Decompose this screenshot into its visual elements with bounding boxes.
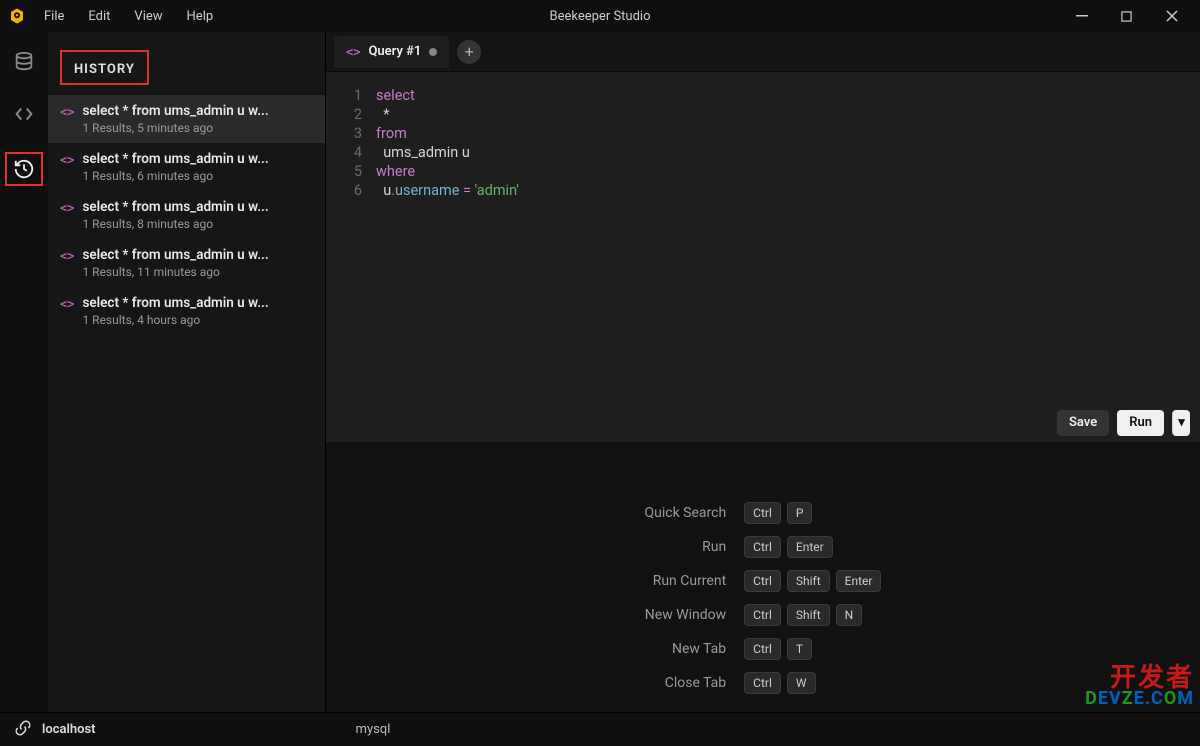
- kbd-key: Ctrl: [744, 672, 781, 694]
- shortcut-keys: Ctrl Shift Enter: [744, 570, 881, 592]
- code-icon: <>: [60, 153, 74, 183]
- connection-icon: [14, 719, 32, 741]
- menu-bar: File Edit View Help: [32, 3, 225, 30]
- kbd-key: P: [787, 502, 813, 524]
- sidebar-header: HISTORY: [60, 50, 313, 85]
- shortcut-hints: Quick Search Ctrl P Run Ctrl Enter Run Current…: [645, 502, 882, 694]
- history-list: <> select * from ums_admin u w... 1 Resu…: [48, 95, 325, 335]
- shortcut-label: Run Current: [645, 573, 727, 589]
- menu-view[interactable]: View: [122, 3, 174, 30]
- history-item-subtitle: 1 Results, 6 minutes ago: [82, 169, 268, 183]
- rail-history-icon[interactable]: [5, 152, 43, 186]
- rail-database-icon[interactable]: [10, 48, 38, 76]
- window-controls: [1059, 0, 1194, 32]
- run-button[interactable]: Run: [1117, 410, 1164, 436]
- kbd-key: Ctrl: [744, 604, 781, 626]
- statusbar: localhost mysql: [0, 712, 1200, 746]
- kbd-key: Enter: [836, 570, 882, 592]
- rail-query-icon[interactable]: [10, 100, 38, 128]
- history-item-title: select * from ums_admin u w...: [82, 103, 268, 119]
- line-number: 5: [326, 162, 376, 181]
- minimize-button[interactable]: [1059, 0, 1104, 32]
- menu-help[interactable]: Help: [175, 3, 226, 30]
- code-icon: <>: [60, 105, 74, 135]
- shortcut-keys: Ctrl Enter: [744, 536, 881, 558]
- history-item-title: select * from ums_admin u w...: [82, 199, 268, 215]
- sql-editor[interactable]: 1select2 *3from4 ums_admin u5where6 u.us…: [326, 72, 1200, 402]
- kbd-key: Ctrl: [744, 502, 781, 524]
- history-item[interactable]: <> select * from ums_admin u w... 1 Resu…: [48, 191, 325, 239]
- maximize-button[interactable]: [1104, 0, 1149, 32]
- kbd-key: Shift: [787, 570, 830, 592]
- shortcut-label: Quick Search: [645, 505, 727, 521]
- menu-file[interactable]: File: [32, 3, 76, 30]
- history-item-subtitle: 1 Results, 11 minutes ago: [82, 265, 268, 279]
- sidebar-header-label: HISTORY: [74, 62, 135, 77]
- shortcut-keys: Ctrl T: [744, 638, 881, 660]
- kbd-key: N: [836, 604, 863, 626]
- app-logo-icon: [8, 7, 26, 25]
- history-item-subtitle: 1 Results, 4 hours ago: [82, 313, 268, 327]
- history-item-subtitle: 1 Results, 5 minutes ago: [82, 121, 268, 135]
- code-icon: <>: [60, 249, 74, 279]
- shortcut-keys: Ctrl W: [744, 672, 881, 694]
- menu-edit[interactable]: Edit: [76, 3, 122, 30]
- code-icon: <>: [60, 297, 74, 327]
- editor-area: <> Query #1 + 1select2 *3from4 ums_admin…: [325, 32, 1200, 712]
- line-number: 1: [326, 86, 376, 105]
- history-item-title: select * from ums_admin u w...: [82, 151, 268, 167]
- window-title: Beekeeper Studio: [549, 9, 650, 24]
- kbd-key: Ctrl: [744, 638, 781, 660]
- new-tab-button[interactable]: +: [457, 40, 481, 64]
- shortcut-label: Close Tab: [645, 675, 727, 691]
- code-icon: <>: [346, 45, 360, 59]
- close-button[interactable]: [1149, 0, 1194, 32]
- history-item[interactable]: <> select * from ums_admin u w... 1 Resu…: [48, 239, 325, 287]
- history-item[interactable]: <> select * from ums_admin u w... 1 Resu…: [48, 287, 325, 335]
- shortcut-keys: Ctrl P: [744, 502, 881, 524]
- kbd-key: Enter: [787, 536, 833, 558]
- history-item[interactable]: <> select * from ums_admin u w... 1 Resu…: [48, 95, 325, 143]
- results-pane: Quick Search Ctrl P Run Ctrl Enter Run Current…: [326, 442, 1200, 712]
- history-item[interactable]: <> select * from ums_admin u w... 1 Resu…: [48, 143, 325, 191]
- kbd-key: W: [787, 672, 816, 694]
- line-number: 4: [326, 143, 376, 162]
- kbd-key: Ctrl: [744, 536, 781, 558]
- history-item-subtitle: 1 Results, 8 minutes ago: [82, 217, 268, 231]
- line-number: 3: [326, 124, 376, 143]
- kbd-key: Shift: [787, 604, 830, 626]
- shortcut-label: New Tab: [645, 641, 727, 657]
- titlebar: File Edit View Help Beekeeper Studio: [0, 0, 1200, 32]
- activity-rail: [0, 32, 48, 712]
- tab-label: Query #1: [368, 44, 421, 59]
- run-dropdown-button[interactable]: ▾: [1172, 410, 1190, 436]
- save-button[interactable]: Save: [1057, 410, 1109, 436]
- line-number: 2: [326, 105, 376, 124]
- code-icon: <>: [60, 201, 74, 231]
- history-item-title: select * from ums_admin u w...: [82, 247, 268, 263]
- editor-actions: Save Run ▾: [326, 402, 1200, 442]
- line-number: 6: [326, 181, 376, 200]
- tab-dirty-indicator: [429, 48, 437, 56]
- history-item-title: select * from ums_admin u w...: [82, 295, 268, 311]
- kbd-key: T: [787, 638, 812, 660]
- history-sidebar: HISTORY <> select * from ums_admin u w..…: [48, 32, 325, 712]
- shortcut-label: Run: [645, 539, 727, 555]
- shortcut-label: New Window: [645, 607, 727, 623]
- status-engine: mysql: [356, 722, 391, 737]
- kbd-key: Ctrl: [744, 570, 781, 592]
- tab-query-1[interactable]: <> Query #1: [334, 36, 449, 68]
- shortcut-keys: Ctrl Shift N: [744, 604, 881, 626]
- tabs-row: <> Query #1 +: [326, 32, 1200, 72]
- status-host[interactable]: localhost: [42, 722, 96, 737]
